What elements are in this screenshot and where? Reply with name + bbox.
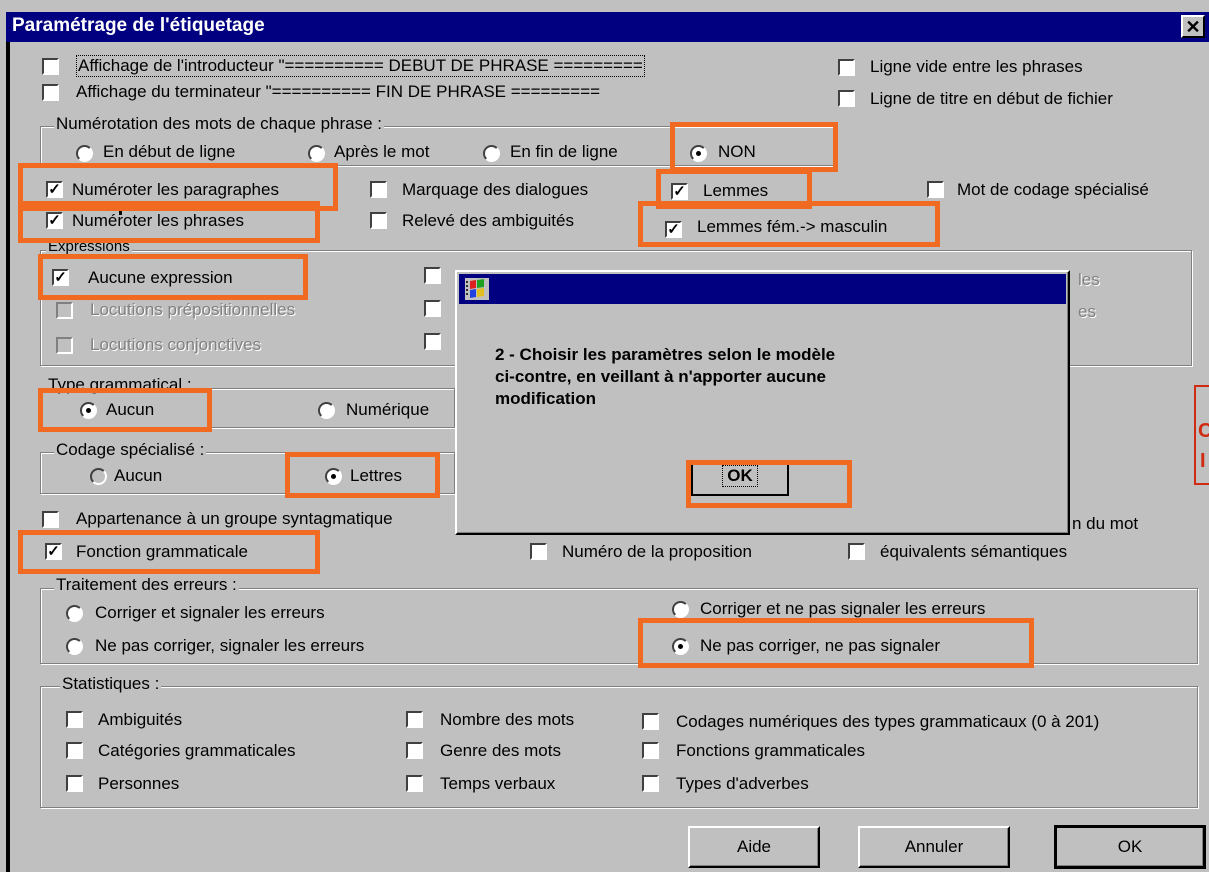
blank-line-checkbox[interactable] <box>838 59 855 76</box>
stat-codes-label: Codages numériques des types grammaticau… <box>676 712 1100 731</box>
ok-button[interactable]: OK <box>1054 825 1206 869</box>
stat-codes-checkbox[interactable] <box>642 713 659 730</box>
highlight-expr-none <box>38 254 308 300</box>
stat-nb-checkbox[interactable] <box>406 711 423 728</box>
dialog-label: Marquage des dialogues <box>402 180 589 199</box>
type-num-label: Numérique <box>346 400 430 419</box>
right-fragment-text-1: C <box>1198 420 1209 442</box>
expr-right-label-2: es <box>1078 302 1096 321</box>
expr-conj-label: Locutions conjonctives <box>90 335 262 354</box>
stat-adv-label: Types d'adverbes <box>676 774 809 793</box>
expr-col2-checkbox-2[interactable] <box>424 300 441 317</box>
expr-col2-checkbox-1[interactable] <box>424 267 441 284</box>
prop-label: Numéro de la proposition <box>562 542 752 561</box>
ambig-label: Relevé des ambiguités <box>402 211 574 230</box>
err-opt1-radio[interactable] <box>66 605 83 622</box>
intro-checkbox[interactable] <box>42 58 59 75</box>
type-num-radio[interactable] <box>318 402 335 419</box>
stat-temps-checkbox[interactable] <box>406 775 423 792</box>
numbering-option-after: Après le mot <box>334 142 430 161</box>
dialog-checkbox[interactable] <box>370 181 387 198</box>
cancel-button[interactable]: Annuler <box>858 826 1010 868</box>
expr-conj-checkbox <box>56 337 73 354</box>
numbering-group-label: Numérotation des mots de chaque phrase : <box>54 114 385 134</box>
special-checkbox[interactable] <box>927 181 944 198</box>
windows-logo-icon <box>465 278 489 300</box>
synt-group-label: Appartenance à un groupe syntagmatique <box>76 509 393 528</box>
numbering-radio-after[interactable] <box>308 145 325 162</box>
err-opt3-radio[interactable] <box>66 638 83 655</box>
title-line-checkbox[interactable] <box>838 90 855 107</box>
window-titlebar: Paramétrage de l'étiquetage ✕ <box>6 12 1209 42</box>
stat-ambig-checkbox[interactable] <box>66 711 83 728</box>
stat-genre-label: Genre des mots <box>440 741 561 760</box>
synt-right-label: n du mot <box>1072 514 1139 533</box>
term-checkbox[interactable] <box>42 84 59 101</box>
expr-col2-checkbox-3[interactable] <box>424 333 441 350</box>
err-opt2-radio[interactable] <box>672 601 689 618</box>
prop-checkbox[interactable] <box>530 543 547 560</box>
right-fragment-text-2: I <box>1200 450 1206 472</box>
numbering-option-start: En début de ligne <box>103 142 236 161</box>
stat-ambig-label: Ambiguités <box>98 710 183 729</box>
sem-label: équivalents sémantiques <box>880 542 1068 561</box>
blank-line-label: Ligne vide entre les phrases <box>870 57 1083 76</box>
intro-label: Affichage de l'introducteur "========== … <box>76 55 645 77</box>
synt-group-checkbox[interactable] <box>42 511 59 528</box>
stat-nb-label: Nombre des mots <box>440 710 575 729</box>
window-title: Paramétrage de l'étiquetage <box>12 15 265 36</box>
numbering-radio-end[interactable] <box>483 145 500 162</box>
stat-pers-label: Personnes <box>98 774 180 793</box>
highlight-type-none <box>38 388 212 432</box>
close-button[interactable]: ✕ <box>1181 15 1205 38</box>
highlight-non <box>670 122 838 172</box>
special-label: Mot de codage spécialisé <box>957 180 1149 199</box>
err-opt3-label: Ne pas corriger, signaler les erreurs <box>95 636 365 655</box>
stats-label: Statistiques : <box>60 674 162 694</box>
dialog-border <box>6 42 10 872</box>
stat-cat-label: Catégories grammaticales <box>98 741 296 760</box>
highlight-phr <box>18 201 320 243</box>
highlight-fonction <box>18 530 320 574</box>
stat-adv-checkbox[interactable] <box>642 775 659 792</box>
errors-label: Traitement des erreurs : <box>54 575 239 595</box>
highlight-err-opt4 <box>638 618 1034 668</box>
expr-prep-label: Locutions prépositionnelles <box>90 300 296 319</box>
term-label: Affichage du terminateur "========== FIN… <box>76 82 601 101</box>
err-opt1-label: Corriger et signaler les erreurs <box>95 603 325 622</box>
sem-checkbox[interactable] <box>848 543 865 560</box>
message-line-1: 2 - Choisir les paramètres selon le modè… <box>495 345 836 364</box>
codage-none-radio[interactable] <box>90 468 107 485</box>
highlight-lemmes-fem <box>638 201 940 247</box>
stat-fonc-label: Fonctions grammaticales <box>676 741 865 760</box>
numbering-option-end: En fin de ligne <box>510 142 618 161</box>
stat-pers-checkbox[interactable] <box>66 775 83 792</box>
close-icon: ✕ <box>1185 17 1201 37</box>
message-dialog-titlebar <box>459 274 1066 304</box>
codage-label: Codage spécialisé : <box>54 440 207 460</box>
stat-temps-label: Temps verbaux <box>440 774 556 793</box>
numbering-radio-start[interactable] <box>76 145 93 162</box>
message-line-3: modification <box>495 389 597 408</box>
highlight-codage-letters <box>285 452 440 498</box>
ambig-checkbox[interactable] <box>370 212 387 229</box>
message-text: 2 - Choisir les paramètres selon le modè… <box>495 344 835 410</box>
title-line-label: Ligne de titre en début de fichier <box>870 89 1113 108</box>
message-line-2: ci-contre, en veillant à n'apporter aucu… <box>495 367 826 386</box>
highlight-message-ok <box>686 460 852 508</box>
expr-prep-checkbox <box>56 302 73 319</box>
expr-right-label-1: les <box>1078 270 1100 289</box>
codage-none-label: Aucun <box>114 466 163 485</box>
err-opt2-label: Corriger et ne pas signaler les erreurs <box>700 599 986 618</box>
stat-genre-checkbox[interactable] <box>406 742 423 759</box>
stat-fonc-checkbox[interactable] <box>642 742 659 759</box>
stat-cat-checkbox[interactable] <box>66 742 83 759</box>
help-button[interactable]: Aide <box>688 826 820 868</box>
